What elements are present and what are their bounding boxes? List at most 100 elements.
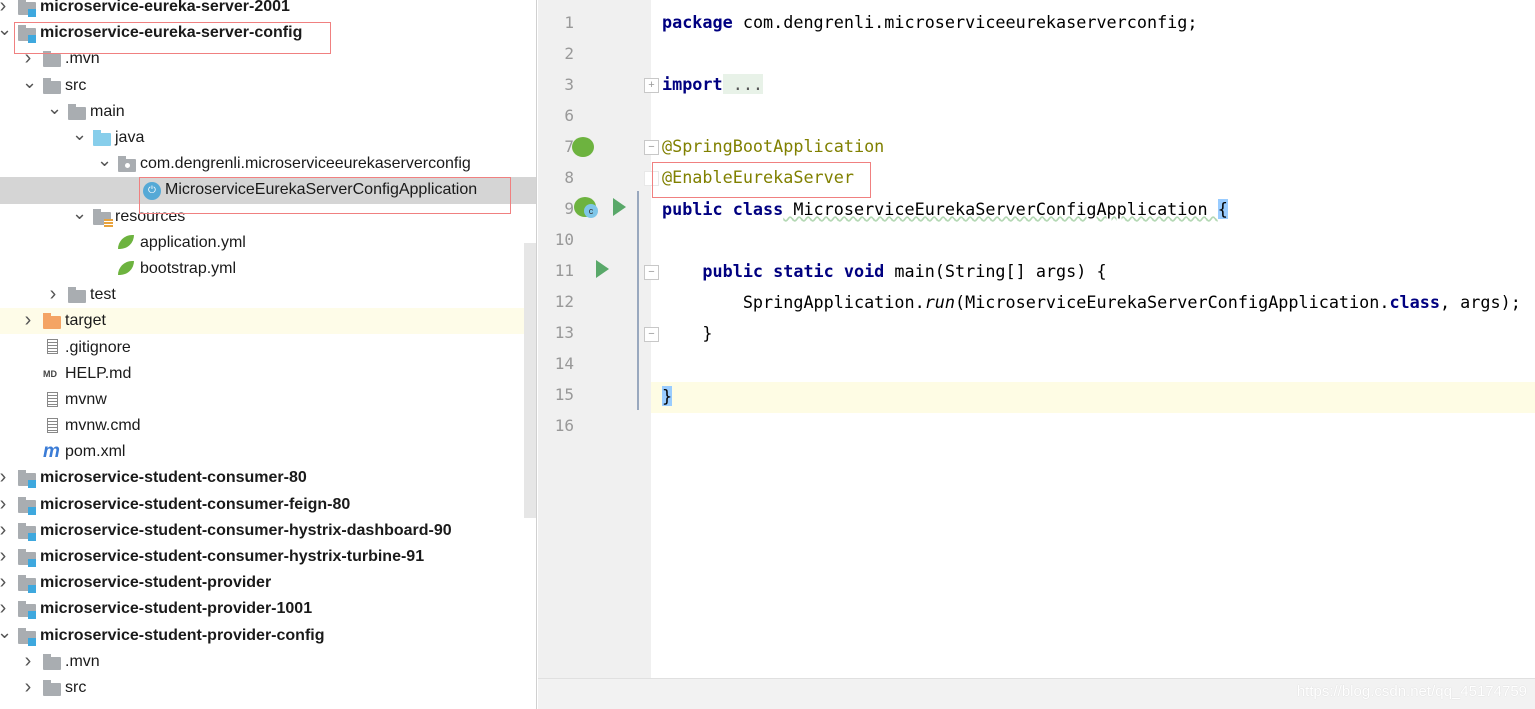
chevron-down-icon[interactable]: ⌄ [72, 125, 87, 145]
chevron-right-icon[interactable]: › [0, 0, 9, 16]
module-folder-icon [18, 496, 36, 515]
spring-config-icon [118, 234, 134, 249]
tree-item[interactable]: ⌄ src [0, 73, 536, 99]
fold-marker-class[interactable]: − [644, 140, 659, 155]
chevron-down-icon[interactable]: ⌄ [47, 99, 62, 119]
line-number: 14 [554, 354, 574, 373]
line-number: 15 [554, 385, 574, 404]
chevron-right-icon[interactable]: › [0, 572, 9, 592]
package-icon [118, 156, 136, 173]
tree-item[interactable]: ⌄ com.dengrenli.microserviceeurekaserverc… [0, 151, 536, 177]
chevron-down-icon[interactable]: ⌄ [97, 151, 112, 171]
tree-item-label: microservice-student-consumer-80 [40, 469, 307, 487]
folder-icon [43, 679, 61, 696]
code-line-7: @SpringBootApplication [662, 136, 885, 156]
tree-item[interactable]: › microservice-student-consumer-feign-80 [0, 492, 536, 518]
line-number: 9 [564, 199, 574, 218]
chevron-right-icon[interactable]: › [47, 284, 59, 304]
tree-item-label: src [65, 76, 87, 94]
module-folder-icon [18, 601, 36, 620]
tree-item[interactable]: mvnw [0, 387, 536, 413]
run-class-icon[interactable] [613, 198, 626, 216]
tree-item[interactable]: › .mvn [0, 649, 536, 675]
spring-bean-icon[interactable] [572, 137, 594, 157]
tree-item[interactable]: bootstrap.yml [0, 256, 536, 282]
tree-item[interactable]: application.yml [0, 230, 536, 256]
tree-item[interactable]: › test [0, 282, 536, 308]
tree-item[interactable]: › microservice-student-consumer-80 [0, 465, 536, 491]
chevron-down-icon[interactable]: ⌄ [0, 623, 12, 643]
tree-item-label: .gitignore [65, 338, 131, 356]
text-file-icon [47, 339, 58, 355]
module-folder-icon [18, 0, 36, 17]
run-main-icon[interactable] [596, 260, 609, 278]
tree-scrollbar[interactable] [524, 243, 536, 518]
tree-item-label: microservice-eureka-server-config [40, 24, 303, 42]
line-number: 11 [554, 261, 574, 280]
tree-item-label: target [65, 312, 106, 330]
tree-item-label: microservice-eureka-server-2001 [40, 0, 290, 16]
line-number: 2 [564, 44, 574, 63]
tree-item[interactable]: › microservice-student-provider-1001 [0, 596, 536, 622]
tree-item-label: microservice-student-consumer-feign-80 [40, 495, 351, 513]
spring-config-icon [118, 260, 134, 275]
module-folder-icon [18, 522, 36, 541]
fold-marker-annot[interactable] [644, 171, 659, 186]
tree-item[interactable]: m pom.xml [0, 439, 536, 465]
status-bar: https://blog.csdn.net/qq_45174759 [538, 678, 1535, 709]
line-number: 3 [564, 75, 574, 94]
line-number: 10 [554, 230, 574, 249]
tree-item[interactable]: MD HELP.md [0, 361, 536, 387]
chevron-right-icon[interactable]: › [0, 546, 9, 566]
tree-item-label: src [65, 678, 87, 696]
code-line-8: @EnableEurekaServer [662, 167, 854, 187]
tree-item[interactable]: mvnw.cmd [0, 413, 536, 439]
line-number: 1 [564, 13, 574, 32]
chevron-down-icon[interactable]: ⌄ [72, 204, 87, 224]
tree-item[interactable]: › target [0, 308, 536, 335]
tree-item[interactable]: .gitignore [0, 334, 536, 360]
line-number: 12 [554, 292, 574, 311]
tree-item[interactable]: › .mvn [0, 46, 536, 72]
fold-marker-main-end[interactable]: − [644, 327, 659, 342]
tree-item[interactable]: ⌄ microservice-student-provider-config [0, 623, 536, 649]
tree-item[interactable]: › microservice-student-consumer-hystrix-d… [0, 518, 536, 544]
tree-item-label: microservice-student-provider [40, 574, 272, 592]
tree-item[interactable]: ⌄ java [0, 125, 536, 151]
folded-imports[interactable]: ... [722, 74, 764, 94]
code-editor[interactable]: 1 2 3 6 7 8 9 10 11 12 13 14 15 16 package com.dengre… [538, 0, 1535, 678]
chevron-down-icon[interactable]: ⌄ [0, 20, 12, 40]
tree-item[interactable]: ⏻ MicroserviceEurekaServerConfigApplicati… [0, 177, 536, 204]
chevron-right-icon[interactable]: › [0, 494, 9, 514]
chevron-right-icon[interactable]: › [22, 310, 34, 330]
tree-item[interactable]: › microservice-student-provider [0, 570, 536, 596]
chevron-right-icon[interactable]: › [22, 48, 34, 68]
tree-item[interactable]: › microservice-eureka-server-2001 [0, 0, 536, 20]
tree-item[interactable]: ⌄ resources [0, 204, 536, 230]
tree-item-label: bootstrap.yml [140, 259, 237, 277]
tree-item[interactable]: › microservice-student-consumer-hystrix-t… [0, 544, 536, 570]
folder-icon [43, 77, 61, 94]
excluded-folder-icon [43, 313, 61, 330]
chevron-right-icon[interactable]: › [22, 677, 34, 697]
code-line-13: } [662, 323, 713, 343]
chevron-down-icon[interactable]: ⌄ [22, 73, 37, 93]
spring-class-icon[interactable]: c [574, 197, 598, 218]
chevron-right-icon[interactable]: › [0, 598, 9, 618]
tree-item-label: resources [115, 207, 186, 225]
fold-marker-imports[interactable]: + [644, 78, 659, 93]
module-folder-icon [18, 627, 36, 646]
chevron-right-icon[interactable]: › [0, 520, 9, 540]
tree-item[interactable]: ⌄ microservice-eureka-server-config [0, 20, 536, 46]
source-folder-icon [93, 129, 111, 146]
tree-item-label: .mvn [65, 50, 100, 68]
tree-item[interactable]: › src [0, 675, 536, 701]
fold-marker-main[interactable]: − [644, 265, 659, 280]
line-number: 16 [554, 416, 574, 435]
tree-item-label: .mvn [65, 652, 100, 670]
tree-item[interactable]: ⌄ main [0, 99, 536, 125]
chevron-right-icon[interactable]: › [22, 651, 34, 671]
folder-icon [43, 653, 61, 670]
text-file-icon [47, 391, 58, 407]
chevron-right-icon[interactable]: › [0, 467, 9, 487]
